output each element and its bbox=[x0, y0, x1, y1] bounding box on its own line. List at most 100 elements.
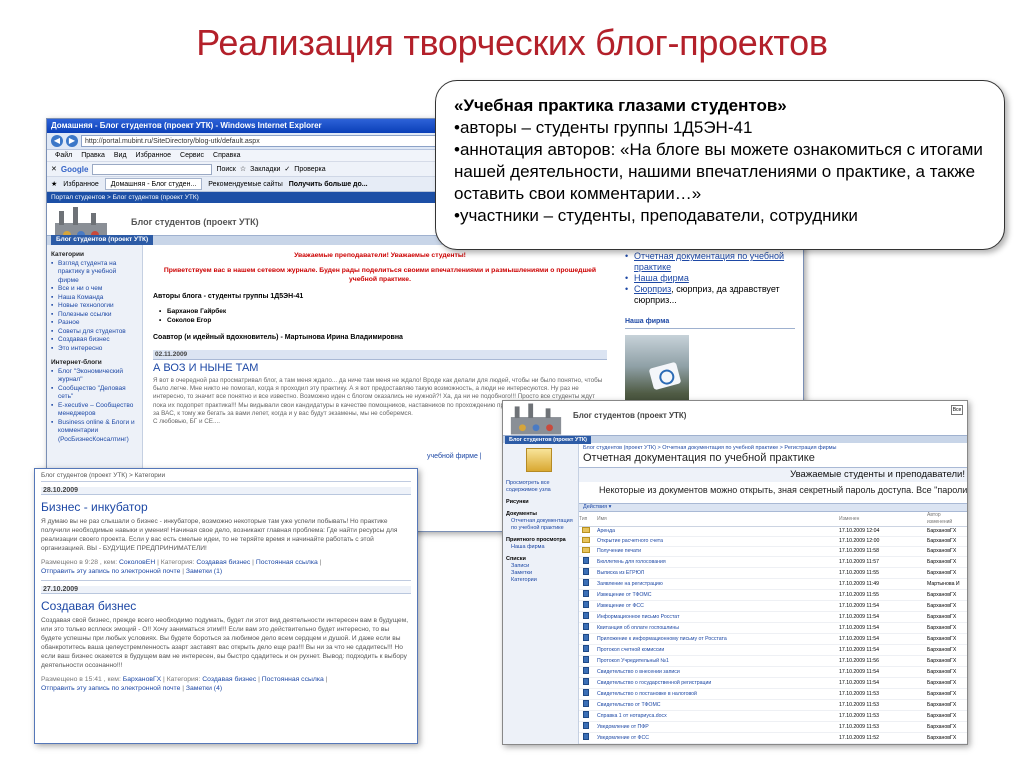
table-row[interactable]: Квитанция об оплате госпошлины 17.10.2009… bbox=[579, 622, 967, 634]
document-name[interactable]: Уведомление от ФСС bbox=[597, 732, 839, 744]
document-name[interactable]: Аренда bbox=[597, 526, 839, 537]
sp-nav-item[interactable]: Категории bbox=[506, 577, 575, 584]
nav-item[interactable]: Новые технологии bbox=[51, 302, 138, 311]
column-header-modified[interactable]: Изменен bbox=[839, 512, 927, 527]
close-icon[interactable]: ✕ bbox=[51, 165, 57, 173]
tab-get-more[interactable]: Получить больше до... bbox=[289, 181, 368, 188]
nav-item[interactable]: Советы для студентов bbox=[51, 328, 138, 337]
view-all-content-link[interactable]: Просмотреть все содержимое узла bbox=[506, 480, 575, 494]
google-search-input[interactable] bbox=[92, 163, 213, 175]
table-row[interactable]: Получение печати 17.10.2009 11:58 Барханов… bbox=[579, 546, 967, 557]
document-name[interactable]: Извещение от ТФОМС bbox=[597, 589, 839, 601]
sp-nav-item[interactable]: Заметки bbox=[506, 570, 575, 577]
document-name[interactable]: Бюллетень для голосования bbox=[597, 556, 839, 568]
tab-favorites[interactable]: Избранное bbox=[63, 181, 98, 188]
right-link[interactable]: Наша фирма bbox=[634, 273, 689, 283]
category-link[interactable]: Создавая бизнес bbox=[196, 559, 250, 566]
column-header-name[interactable]: Имя bbox=[597, 512, 839, 527]
category-link[interactable]: Создавая бизнес bbox=[202, 676, 256, 683]
permalink[interactable]: Постоянная ссылка bbox=[256, 559, 318, 566]
document-name[interactable]: Свидетельство о постановке в налоговой bbox=[597, 688, 839, 700]
author-link[interactable]: СоколовЕН bbox=[119, 559, 155, 566]
check-icon[interactable]: ✓ bbox=[284, 165, 290, 173]
document-name[interactable]: Свидетельство от ТФОМС bbox=[597, 699, 839, 711]
table-row[interactable]: Открытие расчетного счета 17.10.2009 12:0… bbox=[579, 536, 967, 547]
nav-item[interactable]: Взгляд студента на практику в учебной фи… bbox=[51, 260, 138, 286]
document-name[interactable]: Заявление на регистрацию bbox=[597, 578, 839, 590]
sp-nav-heading[interactable]: Приятного просмотра bbox=[506, 537, 575, 544]
table-row[interactable]: Свидетельство о постановке в налоговой 17… bbox=[579, 688, 967, 700]
table-row[interactable]: Протокол счетной комиссии 17.10.2009 11:5… bbox=[579, 644, 967, 656]
nav-item[interactable]: Это интересно bbox=[51, 345, 138, 354]
table-row[interactable]: Информационное письмо Росстат 17.10.2009 … bbox=[579, 611, 967, 623]
document-name[interactable]: Открытие расчетного счета bbox=[597, 536, 839, 547]
menu-item[interactable]: Справка bbox=[213, 150, 240, 161]
menu-item[interactable]: Избранное bbox=[136, 150, 171, 161]
post-title[interactable]: Бизнес - инкубатор bbox=[41, 500, 411, 514]
document-name[interactable]: Приложение к информационному письму от Р… bbox=[597, 633, 839, 645]
comments-link[interactable]: Заметки (1) bbox=[186, 568, 222, 575]
email-post-link[interactable]: Отправить эту запись по электронной почт… bbox=[41, 685, 180, 692]
back-icon[interactable]: ◀ bbox=[51, 135, 63, 147]
nav-item[interactable]: Наша Команда bbox=[51, 294, 138, 303]
nav-item[interactable]: Разное bbox=[51, 319, 138, 328]
sp-breadcrumb[interactable]: Блог студентов (проект УТК) > Отчетная д… bbox=[579, 443, 967, 452]
document-name[interactable]: Выписка из ЕГРЮЛ bbox=[597, 567, 839, 579]
document-name[interactable]: Квитанция об оплате госпошлины bbox=[597, 622, 839, 634]
comments-link[interactable]: Заметки (4) bbox=[186, 685, 222, 692]
table-row[interactable]: Уведомление от ПФР 17.10.2009 11:53 Бархан… bbox=[579, 721, 967, 733]
table-row[interactable]: Приложение к информационному письму от Р… bbox=[579, 633, 967, 645]
table-row[interactable]: Справка 1 от нотариуса.docx 17.10.2009 11… bbox=[579, 710, 967, 722]
table-row[interactable]: Уведомление от ФСС 17.10.2009 11:52 Бархан… bbox=[579, 732, 967, 744]
table-row[interactable]: Свидетельство от ТФОМС 17.10.2009 11:53 Ба… bbox=[579, 699, 967, 711]
author-link[interactable]: БархановГХ bbox=[123, 676, 161, 683]
sp-nav-heading[interactable]: Списки bbox=[506, 556, 575, 563]
permalink[interactable]: Постоянная ссылка bbox=[262, 676, 324, 683]
sp-nav-item[interactable]: Записи bbox=[506, 563, 575, 570]
post-title[interactable]: Создавая бизнес bbox=[41, 599, 411, 613]
table-row[interactable]: Аренда 17.10.2009 12:04 БархановГХ bbox=[579, 526, 967, 537]
right-link[interactable]: Отчетная документация по учебной практик… bbox=[634, 251, 784, 272]
nav-item[interactable]: Блог "Экономический журнал" bbox=[51, 368, 138, 385]
nav-item[interactable]: Создавая бизнес bbox=[51, 336, 138, 345]
cat-breadcrumb[interactable]: Блог студентов (проект УТК) > Категории bbox=[41, 469, 411, 482]
tab-blog-home[interactable]: Домашняя - Блог студен... bbox=[104, 178, 203, 190]
table-row[interactable]: Протокол Учредительный №1 17.10.2009 11:5… bbox=[579, 655, 967, 667]
nav-item[interactable]: Сообщество "Деловая сеть" bbox=[51, 385, 138, 402]
table-row[interactable]: Заявление на регистрацию 17.10.2009 11:49… bbox=[579, 578, 967, 590]
menu-item[interactable]: Файл bbox=[55, 150, 72, 161]
tab-blog[interactable]: Блог студентов (проект УТК) bbox=[51, 235, 154, 245]
favorites-star-icon[interactable]: ★ bbox=[51, 180, 57, 188]
sp-nav-item[interactable]: Отчетная документация по учебной практик… bbox=[506, 518, 575, 532]
nav-item[interactable]: Business online & Блоги и комментарии (Р… bbox=[51, 419, 138, 445]
sp-nav-heading[interactable]: Документы bbox=[506, 511, 575, 518]
document-name[interactable]: Получение печати bbox=[597, 546, 839, 557]
bookmark-icon[interactable]: ☆ bbox=[240, 165, 246, 173]
menu-item[interactable]: Вид bbox=[114, 150, 127, 161]
google-tool-search[interactable]: Поиск bbox=[216, 166, 235, 173]
nav-item[interactable]: Все и ни о чем bbox=[51, 285, 138, 294]
address-input[interactable]: http://portal.mubint.ru/SiteDirectory/bl… bbox=[81, 135, 461, 147]
table-row[interactable]: Бюллетень для голосования 17.10.2009 11:5… bbox=[579, 556, 967, 568]
document-name[interactable]: Протокол счетной комиссии bbox=[597, 644, 839, 656]
document-name[interactable]: Уведомление от ПФР bbox=[597, 721, 839, 733]
nav-item[interactable]: Полезные ссылки bbox=[51, 311, 138, 320]
table-row[interactable]: Извещение от ФСС 17.10.2009 11:54 Барханов… bbox=[579, 600, 967, 612]
google-tool-check[interactable]: Проверка bbox=[294, 166, 325, 173]
document-name[interactable]: Извещение от ФСС bbox=[597, 600, 839, 612]
table-row[interactable]: Извещение от ТФОМС 17.10.2009 11:55 Бархан… bbox=[579, 589, 967, 601]
nav-item[interactable]: E-xecutive – Сообщество менеджеров bbox=[51, 402, 138, 419]
document-name[interactable]: Свидетельство о государственной регистра… bbox=[597, 677, 839, 689]
table-row[interactable]: Выписка из ЕГРЮЛ 17.10.2009 11:55 Барханов… bbox=[579, 567, 967, 579]
google-tool-bookmarks[interactable]: Закладки bbox=[250, 166, 280, 173]
table-row[interactable]: Устав17.10.2009 11:56БархановГХ bbox=[579, 743, 967, 744]
sp-nav-item[interactable]: Наша фирма bbox=[506, 544, 575, 551]
column-header-author[interactable]: Автор изменений bbox=[927, 512, 967, 527]
document-name[interactable]: Свидетельство о внесении записи bbox=[597, 666, 839, 678]
table-row[interactable]: Свидетельство о государственной регистра… bbox=[579, 677, 967, 689]
menu-item[interactable]: Сервис bbox=[180, 150, 204, 161]
post-title[interactable]: А ВОЗ И НЫНЕ ТАМ bbox=[153, 363, 607, 374]
email-post-link[interactable]: Отправить эту запись по электронной почт… bbox=[41, 568, 180, 575]
tab-recommended-sites[interactable]: Рекомендуемые сайты bbox=[208, 181, 282, 188]
document-name[interactable]: Устав bbox=[597, 743, 839, 744]
